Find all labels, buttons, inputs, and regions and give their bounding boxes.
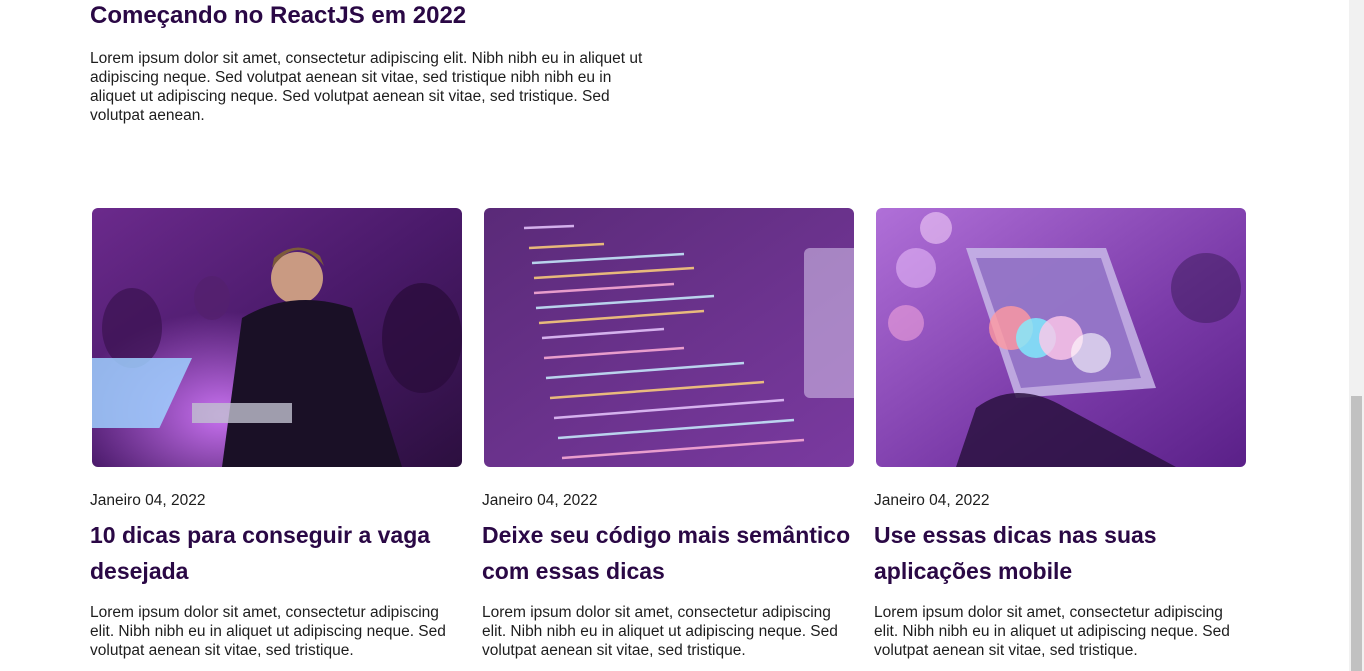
post-card[interactable]: Janeiro 04, 2022 Deixe seu código mais s… xyxy=(482,208,854,660)
post-card-title[interactable]: 10 dicas para conseguir a vaga desejada xyxy=(90,517,462,589)
post-card-date: Janeiro 04, 2022 xyxy=(874,492,990,509)
featured-post-excerpt: Lorem ipsum dolor sit amet, consectetur … xyxy=(90,50,643,124)
post-card-excerpt: Lorem ipsum dolor sit amet, consectetur … xyxy=(482,604,838,659)
post-card-image-phone[interactable] xyxy=(876,208,1246,467)
post-card-date: Janeiro 04, 2022 xyxy=(482,492,598,509)
featured-post: Começando no ReactJS em 2022 Lorem ipsum… xyxy=(90,0,660,125)
post-card-excerpt: Lorem ipsum dolor sit amet, consectetur … xyxy=(90,604,446,659)
post-card-title[interactable]: Deixe seu código mais semântico com essa… xyxy=(482,517,854,589)
featured-post-title[interactable]: Começando no ReactJS em 2022 xyxy=(90,0,660,32)
post-card[interactable]: Janeiro 04, 2022 10 dicas para conseguir… xyxy=(90,208,462,660)
scrollbar-thumb[interactable] xyxy=(1351,396,1362,671)
post-card-image-code[interactable] xyxy=(484,208,854,467)
post-cards: Janeiro 04, 2022 10 dicas para conseguir… xyxy=(90,208,1246,660)
post-card[interactable]: Janeiro 04, 2022 Use essas dicas nas sua… xyxy=(874,208,1246,660)
post-card-image-laptop[interactable] xyxy=(92,208,462,467)
post-card-title[interactable]: Use essas dicas nas suas aplicações mobi… xyxy=(874,517,1246,589)
page-scrollbar[interactable] xyxy=(1349,0,1364,671)
post-card-excerpt: Lorem ipsum dolor sit amet, consectetur … xyxy=(874,604,1230,659)
post-card-date: Janeiro 04, 2022 xyxy=(90,492,206,509)
